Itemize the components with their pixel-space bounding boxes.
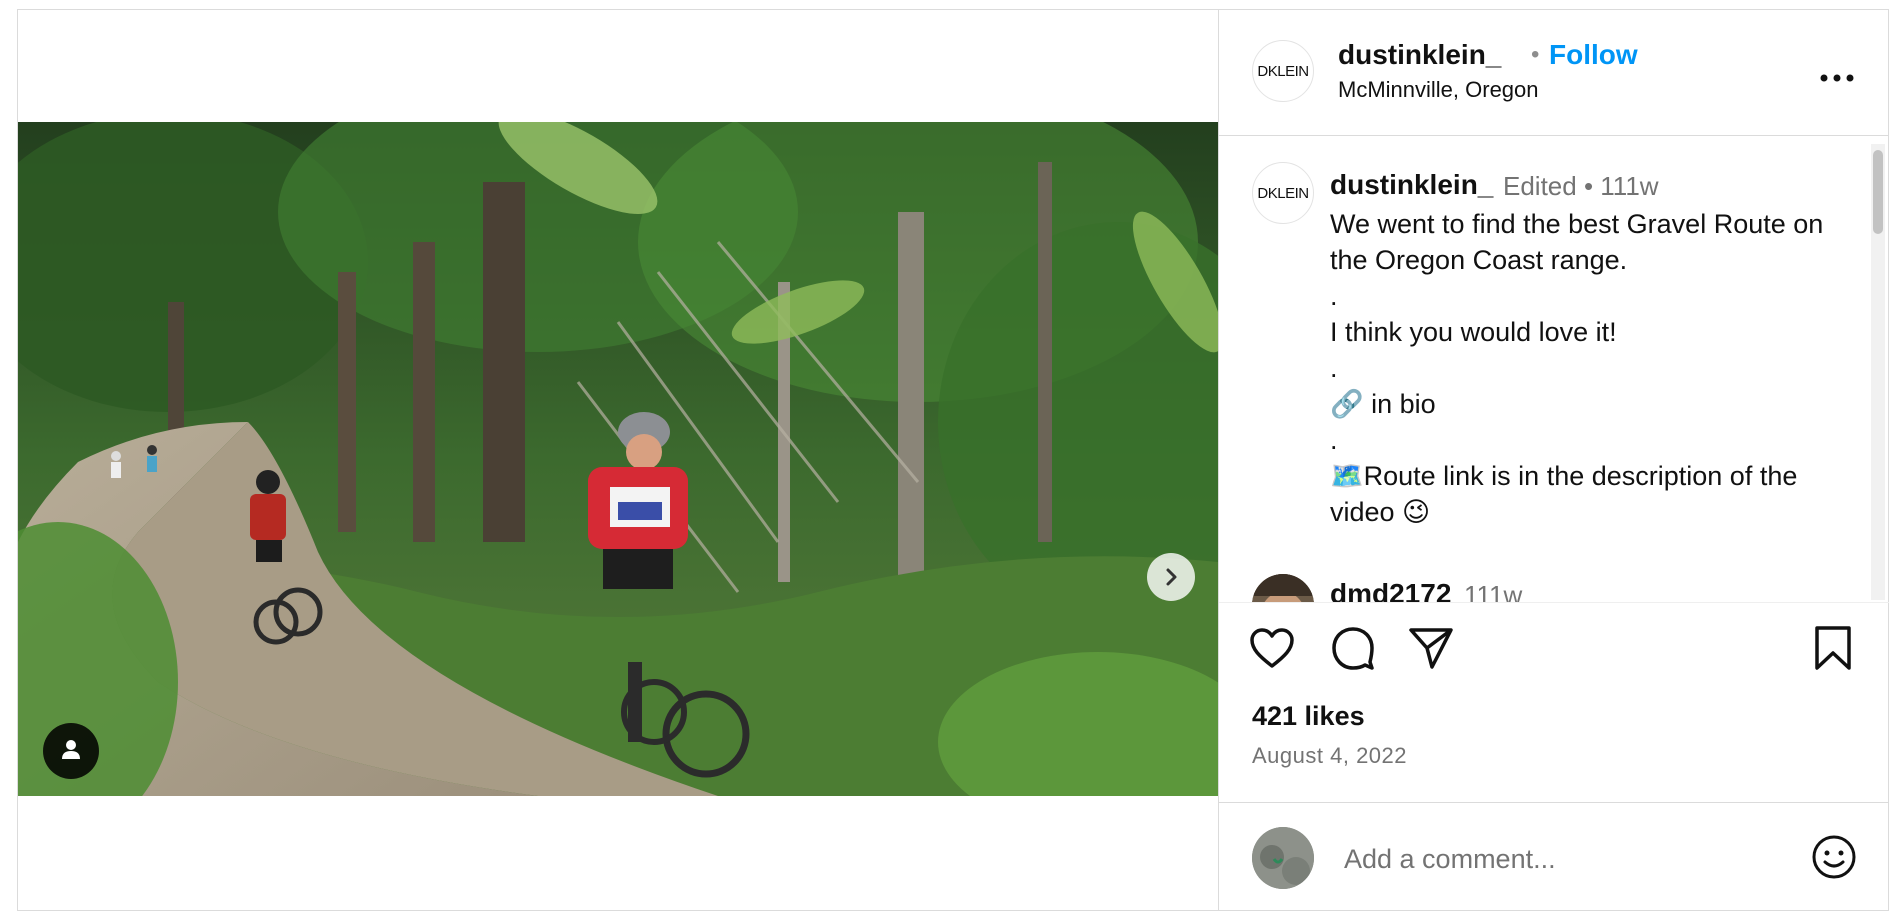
more-horizontal-icon xyxy=(1820,69,1854,87)
forest-gravel-road-image xyxy=(18,122,1218,796)
emoji-icon xyxy=(1811,834,1857,885)
caption-username[interactable]: dustinklein_ xyxy=(1330,169,1493,201)
comments-section[interactable]: DKLEIN dustinklein_ Edited • 111w We wen… xyxy=(1219,136,1889,602)
likes-count[interactable]: 421 likes xyxy=(1252,701,1365,732)
person-icon xyxy=(58,736,84,767)
commenter-avatar[interactable] xyxy=(1252,574,1314,602)
add-comment-bar xyxy=(1219,802,1889,911)
comment-button[interactable] xyxy=(1329,626,1377,674)
post-media-area xyxy=(18,10,1218,910)
avatar-logo-text: DKLEIN xyxy=(1257,62,1309,80)
post-modal: DKLEIN dustinklein_ • Follow McMinnville… xyxy=(17,9,1889,911)
post-header: DKLEIN dustinklein_ • Follow McMinnville… xyxy=(1219,10,1889,136)
current-user-avatar xyxy=(1252,827,1314,889)
post-location[interactable]: McMinnville, Oregon xyxy=(1338,77,1539,103)
tagged-users-button[interactable] xyxy=(43,723,99,779)
comment-input[interactable] xyxy=(1342,833,1766,885)
heart-icon xyxy=(1249,627,1295,674)
share-icon xyxy=(1408,626,1454,675)
commenter-username[interactable]: dmd2172 xyxy=(1330,578,1451,602)
comment-timestamp: 111w xyxy=(1464,580,1523,602)
share-button[interactable] xyxy=(1407,626,1455,674)
caption-author-avatar[interactable]: DKLEIN xyxy=(1252,162,1314,224)
post-actions: 421 likes August 4, 2022 xyxy=(1219,602,1889,803)
next-image-button[interactable] xyxy=(1147,553,1195,601)
more-options-button[interactable] xyxy=(1817,58,1857,98)
header-separator: • xyxy=(1531,41,1540,68)
author-username[interactable]: dustinklein_ xyxy=(1338,39,1501,71)
comment-icon xyxy=(1330,625,1376,676)
author-avatar[interactable]: DKLEIN xyxy=(1252,40,1314,102)
post-photo[interactable] xyxy=(18,122,1218,796)
chevron-right-icon xyxy=(1160,566,1182,588)
emoji-picker-button[interactable] xyxy=(1810,835,1858,883)
post-side-panel: DKLEIN dustinklein_ • Follow McMinnville… xyxy=(1218,10,1889,911)
follow-button[interactable]: Follow xyxy=(1549,39,1638,71)
bookmark-icon xyxy=(1813,625,1853,676)
caption-text: We went to find the best Gravel Route on… xyxy=(1330,209,1824,527)
caption-meta: Edited • 111w xyxy=(1503,171,1659,201)
like-button[interactable] xyxy=(1248,626,1296,674)
save-button[interactable] xyxy=(1809,625,1857,676)
post-date[interactable]: August 4, 2022 xyxy=(1252,743,1407,769)
avatar-logo-text: DKLEIN xyxy=(1257,184,1309,202)
comments-scrollbar-thumb[interactable] xyxy=(1873,150,1883,234)
